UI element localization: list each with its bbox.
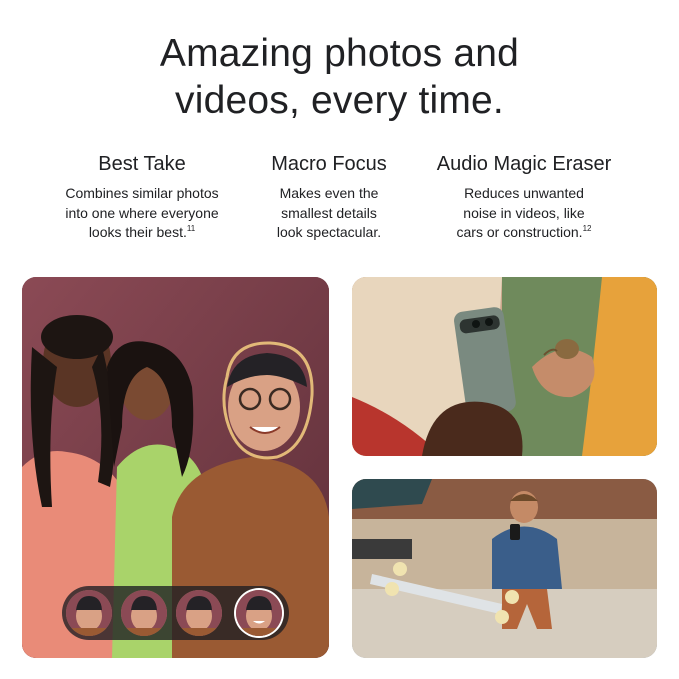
feature-description: Combines similar photos into one where e… [42,184,242,243]
best-take-thumbnail[interactable] [66,590,112,636]
feature-best-take: Best Take Combines similar photos into o… [42,152,242,243]
footnote-marker: 11 [186,224,196,233]
best-take-thumbnail[interactable] [121,590,167,636]
feature-description-line: look spectacular. [276,224,382,240]
audio-magic-eraser-photo [352,479,657,658]
feature-description-line: looks their best. [88,224,187,240]
feature-description-line: cars or construction. [456,224,583,240]
headline-line-2: videos, every time. [175,79,504,122]
headline-line-1: Amazing photos and [159,32,520,75]
feature-description-line: Combines similar photos [65,185,219,201]
best-take-thumbnail-strip [62,586,289,640]
feature-description-line: Reduces unwanted [464,185,584,201]
feature-description-line: noise in videos, like [463,204,585,221]
best-take-thumbnail[interactable] [176,590,222,636]
footnote-marker: 12 [582,224,592,233]
feature-title: Audio Magic Eraser [436,153,612,175]
feature-title: Best Take [98,153,186,175]
best-take-thumbnail-selected[interactable] [236,590,282,636]
feature-description-line: into one where everyone [65,204,219,221]
feature-macro-focus: Macro Focus Makes even the smallest deta… [254,152,404,243]
feature-description-line: Makes even the [279,185,379,201]
headline: Amazing photos and videos, every time. [0,30,679,124]
feature-title: Macro Focus [271,153,387,175]
feature-audio-magic-eraser: Audio Magic Eraser Reduces unwanted nois… [422,152,626,243]
feature-description: Reduces unwanted noise in videos, like c… [422,184,626,243]
feature-description-line: smallest details [281,204,377,221]
feature-description: Makes even the smallest details look spe… [254,184,404,243]
best-take-photo [22,277,329,658]
macro-illustration [352,277,657,456]
skate-illustration [352,479,657,658]
macro-focus-photo [352,277,657,456]
